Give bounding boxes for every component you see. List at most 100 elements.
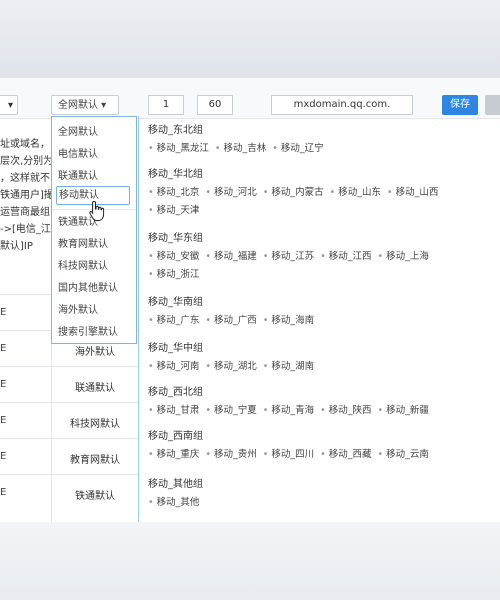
line-option[interactable]: • 移动_上海 xyxy=(378,248,429,266)
line-option[interactable]: • 移动_福建 xyxy=(205,248,256,266)
group-title[interactable]: 移动_西南组 xyxy=(148,430,494,444)
dropdown-item-unicom[interactable]: 联通默认 xyxy=(58,167,98,182)
line-cell: 海外默认 xyxy=(75,347,115,358)
cancel-button[interactable] xyxy=(485,95,500,115)
line-option-label: 移动_河南 xyxy=(156,361,200,372)
group-title[interactable]: 移动_华东组 xyxy=(148,232,494,246)
line-option[interactable]: • 移动_新疆 xyxy=(378,402,429,420)
line-option[interactable]: • 移动_湖北 xyxy=(205,358,256,376)
line-cell: 科技网默认 xyxy=(70,419,120,430)
bullet-icon: • xyxy=(262,361,269,372)
line-option[interactable]: • 移动_贵州 xyxy=(205,446,256,464)
bullet-icon: • xyxy=(329,187,336,198)
mx-priority-input[interactable]: 1 xyxy=(148,95,184,115)
bullet-icon: • xyxy=(205,361,211,372)
line-option-label: 移动_河北 xyxy=(213,187,257,198)
line-option-label: 移动_山东 xyxy=(338,187,381,198)
line-select[interactable]: 全网默认 ▾ xyxy=(51,95,119,115)
line-option-label: 移动_上海 xyxy=(386,251,429,262)
line-option[interactable]: • 移动_广西 xyxy=(205,312,256,330)
group-items: • 移动_重庆 • 移动_贵州 • 移动_四川 • 移动_西藏 • 移动_云南 xyxy=(148,446,494,464)
line-option-label: 移动_陕西 xyxy=(328,405,372,416)
group-title[interactable]: 移动_其他组 xyxy=(148,478,494,492)
line-cell: 联通默认 xyxy=(75,383,115,394)
bullet-icon: • xyxy=(320,449,326,460)
bullet-icon: • xyxy=(205,449,211,460)
line-option[interactable]: • 移动_河南 xyxy=(148,358,199,376)
line-option[interactable]: • 移动_广东 xyxy=(148,312,199,330)
bullet-icon: • xyxy=(148,315,154,326)
line-option[interactable]: • 移动_山东 xyxy=(330,184,381,202)
group-line: • 移动_河南 • 移动_湖北 • 移动_湖南 xyxy=(148,358,494,376)
line-option[interactable]: • 移动_河北 xyxy=(205,184,256,202)
line-option[interactable]: • 移动_云南 xyxy=(378,446,429,464)
group-items: • 移动_其他 xyxy=(148,494,494,512)
group-items: • 移动_广东 • 移动_广西 • 移动_海南 xyxy=(148,312,494,330)
line-option[interactable]: • 移动_海南 xyxy=(263,312,314,330)
help-line: 铁通用户]撮 xyxy=(0,190,52,201)
line-option[interactable]: • 移动_辽宁 xyxy=(272,140,323,158)
line-group: 移动_华南组 • 移动_广东 • 移动_广西 • 移动_海南 xyxy=(148,296,494,326)
dropdown-item-overseas[interactable]: 海外默认 xyxy=(58,301,98,316)
line-option[interactable]: • 移动_青海 xyxy=(263,402,314,420)
line-option-label: 移动_青海 xyxy=(271,405,315,416)
save-button[interactable]: 保存 xyxy=(442,95,478,115)
line-option[interactable]: • 移动_吉林 xyxy=(215,140,266,158)
line-option[interactable]: • 移动_陕西 xyxy=(320,402,371,420)
line-option[interactable]: • 移动_浙江 xyxy=(148,266,199,284)
line-option[interactable]: • 移动_湖南 xyxy=(263,358,314,376)
line-option-label: 移动_广东 xyxy=(156,315,200,326)
line-option[interactable]: • 移动_安徽 xyxy=(148,248,199,266)
line-option[interactable]: • 移动_其他 xyxy=(148,494,199,512)
table-row[interactable]: E 科技网默认 xyxy=(0,402,138,439)
line-option[interactable]: • 移动_重庆 xyxy=(148,446,199,464)
table-row[interactable]: E 联通默认 xyxy=(0,366,138,403)
bullet-icon: • xyxy=(148,449,154,460)
dropdown-item-domestic-other[interactable]: 国内其他默认 xyxy=(58,279,118,294)
line-option[interactable]: • 移动_黑龙江 xyxy=(148,140,209,158)
bullet-icon: • xyxy=(262,187,269,198)
bullet-icon: • xyxy=(148,251,154,262)
line-option[interactable]: • 移动_内蒙古 xyxy=(263,184,324,202)
line-option-label: 移动_天津 xyxy=(156,205,200,216)
table-row[interactable]: E 铁通默认 xyxy=(0,474,138,511)
line-cell: 铁通默认 xyxy=(75,491,115,502)
line-cell: 教育网默认 xyxy=(70,455,120,466)
bullet-icon: • xyxy=(205,405,211,416)
line-option[interactable]: • 移动_宁夏 xyxy=(205,402,256,420)
record-value-input[interactable]: mxdomain.qq.com. xyxy=(271,95,413,115)
bullet-icon: • xyxy=(205,187,211,198)
line-group: 移动_西北组 • 移动_甘肃 • 移动_宁夏 • 移动_青海 • 移动_陕西 • 移动_新疆 xyxy=(148,386,494,416)
line-option-label: 移动_新疆 xyxy=(386,405,429,416)
line-option[interactable]: • 移动_江苏 xyxy=(263,248,314,266)
blurred-header xyxy=(0,0,500,78)
bullet-icon: • xyxy=(377,405,384,416)
record-type-select[interactable]: ▾ xyxy=(0,95,18,115)
dropdown-item-science[interactable]: 科技网默认 xyxy=(58,257,108,272)
dropdown-item-education[interactable]: 教育网默认 xyxy=(58,235,108,250)
line-option[interactable]: • 移动_山西 xyxy=(387,184,438,202)
dropdown-item-search-engine[interactable]: 搜索引擎默认 xyxy=(58,323,118,338)
group-title[interactable]: 移动_华北组 xyxy=(148,168,494,182)
line-option-label: 移动_北京 xyxy=(156,187,200,198)
group-items: • 移动_甘肃 • 移动_宁夏 • 移动_青海 • 移动_陕西 • 移动_新疆 xyxy=(148,402,494,420)
group-title[interactable]: 移动_华中组 xyxy=(148,342,494,356)
line-option-label: 移动_吉林 xyxy=(223,143,267,154)
line-option[interactable]: • 移动_江西 xyxy=(320,248,371,266)
bullet-icon: • xyxy=(148,205,154,216)
dropdown-item-telecom[interactable]: 电信默认 xyxy=(58,145,98,160)
group-title[interactable]: 移动_华南组 xyxy=(148,296,494,310)
group-title[interactable]: 移动_东北组 xyxy=(148,124,494,138)
table-row[interactable]: E 教育网默认 xyxy=(0,438,138,475)
line-option-label: 移动_浙江 xyxy=(156,269,200,280)
line-option[interactable]: • 移动_四川 xyxy=(263,446,314,464)
line-option[interactable]: • 移动_天津 xyxy=(148,202,199,220)
blurred-footer xyxy=(0,522,500,600)
bullet-icon: • xyxy=(148,497,154,508)
line-option[interactable]: • 移动_北京 xyxy=(148,184,199,202)
line-option[interactable]: • 移动_甘肃 xyxy=(148,402,199,420)
group-title[interactable]: 移动_西北组 xyxy=(148,386,494,400)
line-option[interactable]: • 移动_西藏 xyxy=(320,446,371,464)
ttl-input[interactable]: 60 xyxy=(197,95,233,115)
dropdown-item-all[interactable]: 全网默认 xyxy=(58,123,98,138)
